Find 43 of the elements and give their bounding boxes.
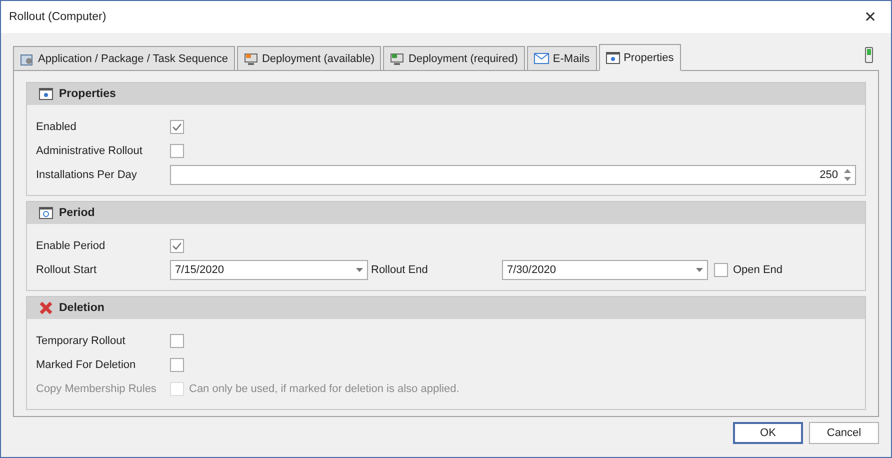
- computer-icon: [390, 52, 404, 66]
- number-field[interactable]: 250: [170, 165, 856, 185]
- package-icon: [20, 52, 34, 66]
- dropdown-arrow-icon[interactable]: [356, 268, 363, 272]
- close-button[interactable]: ✕: [858, 8, 883, 26]
- hint-text: Can only be used, if marked for deletion is also applied.: [189, 383, 460, 395]
- checkbox[interactable]: [170, 239, 184, 253]
- checkbox[interactable]: [170, 144, 184, 158]
- field-label: Rollout End: [370, 264, 429, 276]
- tab[interactable]: E-Mails: [526, 46, 597, 70]
- dropdown-arrow-icon[interactable]: [696, 268, 703, 272]
- window-gear-icon: [39, 88, 53, 100]
- field-label: Administrative Rollout: [36, 145, 144, 157]
- tab[interactable]: Properties: [598, 44, 681, 71]
- field-label: Enable Period: [36, 240, 106, 252]
- checkbox[interactable]: [170, 358, 184, 372]
- window-clock-icon: [39, 207, 53, 219]
- computer-icon: [244, 52, 258, 66]
- group-title: Deletion: [59, 302, 104, 314]
- tab[interactable]: Application / Package / Task Sequence: [13, 46, 235, 70]
- field-label: Marked For Deletion: [36, 359, 137, 371]
- tab[interactable]: Deployment (available): [236, 46, 382, 70]
- checkbox-label: Open End: [733, 264, 783, 276]
- window-title: Rollout (Computer): [9, 11, 106, 23]
- field-label: Installations Per Day: [36, 169, 138, 181]
- checkbox[interactable]: [714, 263, 728, 277]
- spinner-arrows-icon[interactable]: [844, 169, 851, 181]
- window-gear-icon: [606, 52, 620, 64]
- field-label: Copy Membership Rules: [36, 383, 158, 395]
- tab[interactable]: Deployment (required): [383, 46, 525, 70]
- dialog-button[interactable]: Cancel: [809, 422, 879, 444]
- field-label: Temporary Rollout: [36, 335, 126, 347]
- envelope-icon: [534, 53, 549, 64]
- dialog-button[interactable]: OK: [733, 422, 803, 444]
- checkbox[interactable]: [170, 334, 184, 348]
- group-title: Period: [59, 207, 95, 219]
- field-label: Enabled: [36, 121, 78, 133]
- field-label: Rollout Start: [36, 264, 98, 276]
- date-dropdown[interactable]: 7/30/2020: [502, 260, 708, 280]
- date-dropdown[interactable]: 7/15/2020: [170, 260, 368, 280]
- battery-icon: [865, 47, 873, 63]
- group-title: Properties: [59, 88, 116, 100]
- checkbox[interactable]: [170, 120, 184, 134]
